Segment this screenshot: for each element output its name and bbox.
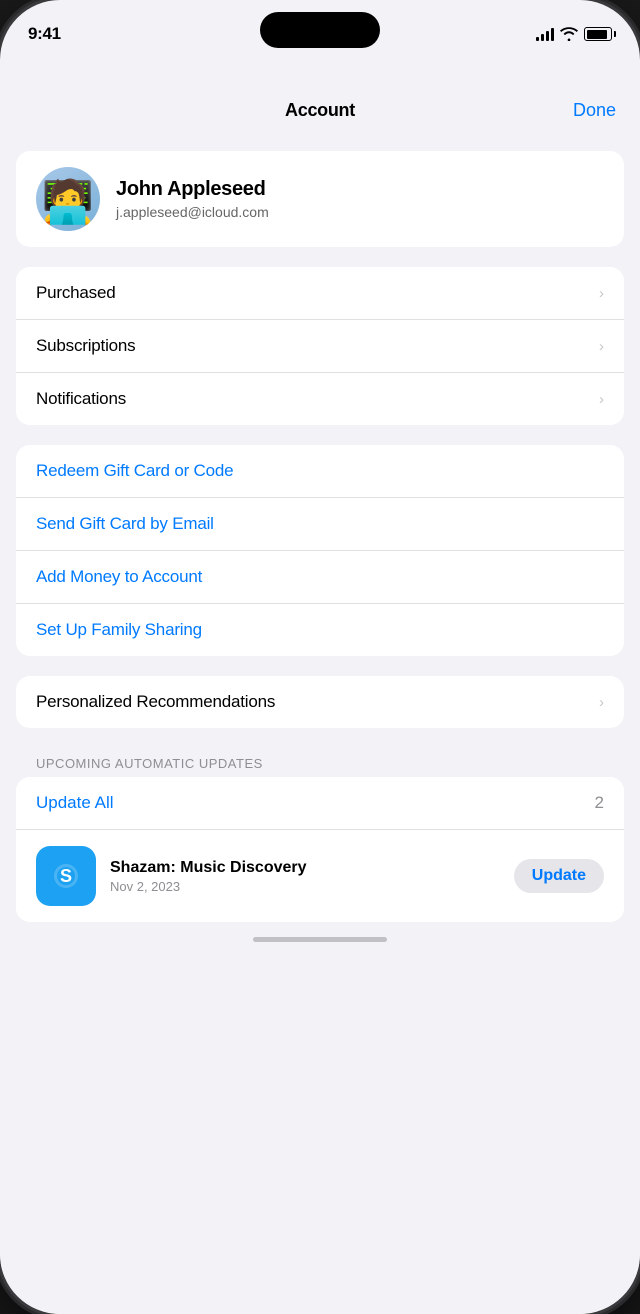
chevron-icon: › xyxy=(599,285,604,302)
update-count: 2 xyxy=(595,793,604,813)
phone-screen: 9:41 xyxy=(0,0,640,1314)
family-sharing-label: Set Up Family Sharing xyxy=(36,620,202,640)
menu-card-1: Purchased › Subscriptions › Notification… xyxy=(16,267,624,425)
add-money-label: Add Money to Account xyxy=(36,567,202,587)
subscriptions-row[interactable]: Subscriptions › xyxy=(16,319,624,372)
redeem-gift-card-row[interactable]: Redeem Gift Card or Code xyxy=(16,445,624,497)
chevron-icon: › xyxy=(599,391,604,408)
chevron-icon: › xyxy=(599,338,604,355)
app-name: Shazam: Music Discovery xyxy=(110,858,500,877)
profile-card[interactable]: 🧑‍💻 John Appleseed j.appleseed@icloud.co… xyxy=(16,151,624,247)
profile-email: j.appleseed@icloud.com xyxy=(116,204,269,220)
home-indicator xyxy=(253,937,387,942)
menu-card-3: Personalized Recommendations › xyxy=(16,676,624,728)
add-money-row[interactable]: Add Money to Account xyxy=(16,550,624,603)
profile-section: 🧑‍💻 John Appleseed j.appleseed@icloud.co… xyxy=(16,151,624,247)
redeem-gift-card-label: Redeem Gift Card or Code xyxy=(36,461,233,481)
profile-info: John Appleseed j.appleseed@icloud.com xyxy=(116,178,269,220)
shazam-app-row: S Shazam: Music Discovery Nov 2, 2023 Up… xyxy=(16,829,624,922)
send-gift-card-label: Send Gift Card by Email xyxy=(36,514,214,534)
subscriptions-label: Subscriptions xyxy=(36,336,135,356)
update-all-label[interactable]: Update All xyxy=(36,793,114,813)
shazam-icon: S xyxy=(46,856,86,896)
notifications-row[interactable]: Notifications › xyxy=(16,372,624,425)
menu-section-2: Redeem Gift Card or Code Send Gift Card … xyxy=(16,445,624,656)
profile-name: John Appleseed xyxy=(116,178,269,201)
dynamic-island xyxy=(260,12,380,48)
status-time: 9:41 xyxy=(28,24,61,44)
chevron-icon: › xyxy=(599,694,604,711)
update-all-row[interactable]: Update All 2 xyxy=(16,777,624,829)
personalized-recommendations-label: Personalized Recommendations xyxy=(36,692,275,712)
personalized-recommendations-row[interactable]: Personalized Recommendations › xyxy=(16,676,624,728)
sheet-title: Account xyxy=(285,100,355,121)
menu-section-3: Personalized Recommendations › xyxy=(16,676,624,728)
wifi-icon xyxy=(560,27,578,41)
signal-icon xyxy=(536,27,554,41)
menu-section-1: Purchased › Subscriptions › Notification… xyxy=(16,267,624,425)
shazam-app-icon: S xyxy=(36,846,96,906)
update-button[interactable]: Update xyxy=(514,859,604,893)
notifications-label: Notifications xyxy=(36,389,126,409)
updates-section-label: UPCOMING AUTOMATIC UPDATES xyxy=(16,748,624,777)
phone-frame: 9:41 xyxy=(0,0,640,1314)
purchased-label: Purchased xyxy=(36,283,115,303)
bottom-bar xyxy=(0,922,640,950)
updates-section: UPCOMING AUTOMATIC UPDATES Update All 2 … xyxy=(16,748,624,922)
status-icons xyxy=(536,27,612,41)
done-button[interactable]: Done xyxy=(573,100,616,121)
updates-card: Update All 2 S Shazam: Music Disc xyxy=(16,777,624,922)
send-gift-card-row[interactable]: Send Gift Card by Email xyxy=(16,497,624,550)
avatar: 🧑‍💻 xyxy=(36,167,100,231)
purchased-row[interactable]: Purchased › xyxy=(16,267,624,319)
sheet-header: Account Done xyxy=(0,80,640,131)
app-date: Nov 2, 2023 xyxy=(110,879,500,894)
battery-icon xyxy=(584,27,612,41)
app-info: Shazam: Music Discovery Nov 2, 2023 xyxy=(110,858,500,894)
menu-card-2: Redeem Gift Card or Code Send Gift Card … xyxy=(16,445,624,656)
family-sharing-row[interactable]: Set Up Family Sharing xyxy=(16,603,624,656)
account-sheet: Account Done 🧑‍💻 John Appleseed j.apples… xyxy=(0,80,640,1314)
svg-text:S: S xyxy=(60,866,72,886)
